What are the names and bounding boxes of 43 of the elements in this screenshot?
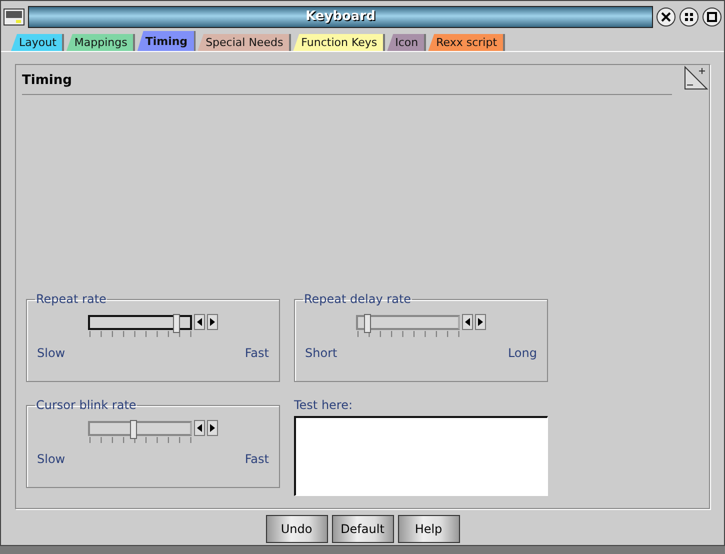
minimize-icon[interactable]	[679, 6, 699, 26]
dialog-button[interactable]: Undo	[266, 515, 328, 543]
slider-thumb[interactable]	[130, 420, 137, 438]
min-label: Short	[305, 346, 338, 360]
field-label: Test here:	[294, 398, 354, 412]
group-label: Repeat rate	[35, 292, 108, 306]
test-field[interactable]	[294, 416, 548, 496]
min-label: Slow	[37, 452, 66, 466]
tab[interactable]: Layout	[11, 34, 64, 51]
max-label: Fast	[244, 346, 269, 360]
max-label: Fast	[244, 452, 269, 466]
decrement-button[interactable]	[462, 314, 473, 330]
right-triangle-icon	[210, 424, 215, 432]
right-triangle-icon	[210, 318, 215, 326]
window-title: Keyboard	[306, 9, 376, 24]
group-label: Repeat delay rate	[303, 292, 412, 306]
keyboard-icon[interactable]	[3, 6, 25, 26]
left-triangle-icon	[197, 318, 202, 326]
close-icon[interactable]	[656, 6, 676, 26]
increment-button[interactable]	[207, 314, 218, 330]
tab[interactable]: Function Keys	[293, 34, 386, 51]
increment-button[interactable]	[475, 314, 486, 330]
left-triangle-icon	[465, 318, 470, 326]
tab[interactable]: Special Needs	[198, 34, 292, 51]
decrement-button[interactable]	[194, 420, 205, 436]
slider-thumb[interactable]	[173, 314, 180, 332]
group-label: Cursor blink rate	[35, 398, 138, 412]
tab[interactable]: Rexx script	[428, 34, 506, 51]
left-triangle-icon	[197, 424, 202, 432]
page-corner-icon[interactable]	[683, 65, 709, 91]
maximize-icon[interactable]	[702, 6, 722, 26]
slider-thumb[interactable]	[364, 314, 371, 332]
page-heading: Timing	[22, 69, 672, 95]
increment-button[interactable]	[207, 420, 218, 436]
right-triangle-icon	[478, 318, 483, 326]
tab[interactable]: Mappings	[66, 34, 136, 51]
max-label: Long	[508, 346, 537, 360]
decrement-button[interactable]	[194, 314, 205, 330]
min-label: Slow	[37, 346, 66, 360]
dialog-button[interactable]: Help	[398, 515, 460, 543]
tab[interactable]: Icon	[387, 34, 426, 51]
dialog-button[interactable]: Default	[332, 515, 394, 543]
tab[interactable]: Timing	[137, 31, 196, 51]
